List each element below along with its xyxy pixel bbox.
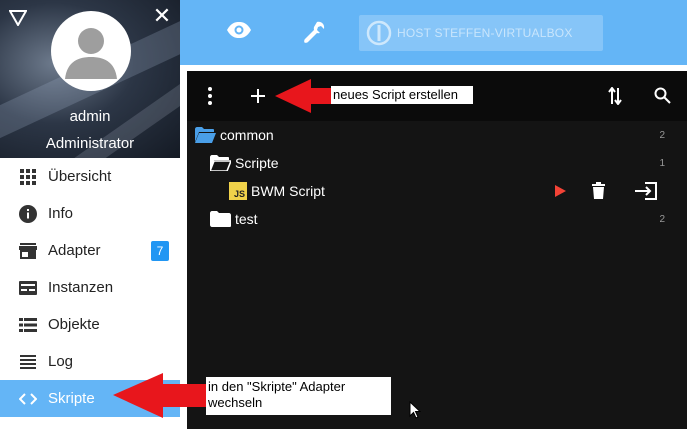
menu-item-label: Instanzen xyxy=(48,279,114,296)
menu-toggle-icon[interactable] xyxy=(9,10,27,26)
delete-icon[interactable] xyxy=(592,182,605,199)
tree-label: BWM Script xyxy=(251,183,325,199)
eye-icon[interactable] xyxy=(227,22,251,38)
menu-item-label: Übersicht xyxy=(48,168,112,185)
menu-item-label: Skripte xyxy=(48,390,95,407)
wrench-icon[interactable] xyxy=(303,20,327,44)
item-count: 1 xyxy=(659,157,665,169)
close-icon[interactable]: ✕ xyxy=(152,5,172,27)
menu-item-label: Objekte xyxy=(48,316,100,333)
folder-open-icon xyxy=(210,155,231,171)
host-selector[interactable]: HOST STEFFEN-VIRTUALBOX xyxy=(359,15,603,51)
tree-folder-common[interactable]: common 2 xyxy=(187,121,687,149)
mouse-cursor-icon xyxy=(409,401,421,419)
top-bar: HOST STEFFEN-VIRTUALBOX xyxy=(180,0,687,65)
adapter-update-badge: 7 xyxy=(151,241,169,261)
list-icon xyxy=(19,316,37,334)
more-vert-icon[interactable] xyxy=(208,87,212,105)
menu-item-label: Log xyxy=(48,353,74,370)
search-icon[interactable] xyxy=(654,87,671,104)
sort-icon[interactable] xyxy=(608,87,622,105)
js-icon: JS xyxy=(229,182,247,200)
folder-icon xyxy=(210,211,231,227)
menu-item-uebersicht[interactable]: Übersicht xyxy=(0,158,180,195)
store-icon xyxy=(19,242,37,260)
sidebar: ✕ admin Administrator Übersicht Info Ada… xyxy=(0,0,180,429)
tree-label: common xyxy=(220,127,274,143)
export-icon[interactable] xyxy=(635,182,657,200)
profile-header: ✕ admin Administrator xyxy=(0,0,180,158)
folder-open-icon xyxy=(195,127,216,143)
user-role: Administrator xyxy=(45,135,135,152)
host-label: HOST STEFFEN-VIRTUALBOX xyxy=(397,26,573,40)
menu-item-instanzen[interactable]: Instanzen xyxy=(0,269,180,306)
add-script-icon[interactable] xyxy=(251,89,265,103)
tree-script-bwm[interactable]: JS BWM Script xyxy=(187,177,687,205)
menu-item-adapter[interactable]: Adapter 7 xyxy=(0,232,180,269)
item-count: 2 xyxy=(659,213,665,225)
code-icon xyxy=(19,390,37,408)
annotation-arrow-skripte xyxy=(113,373,208,418)
menu-item-label: Adapter xyxy=(48,242,101,259)
menu-item-info[interactable]: Info xyxy=(0,195,180,232)
iobroker-logo-icon xyxy=(366,20,392,46)
play-icon[interactable] xyxy=(555,185,566,197)
tree-folder-test[interactable]: test 2 xyxy=(187,205,687,233)
menu-item-objekte[interactable]: Objekte xyxy=(0,306,180,343)
annotation-switch-adapter: in den "Skripte" Adapter wechseln xyxy=(206,377,391,415)
instances-icon xyxy=(19,279,37,297)
menu-item-label: Info xyxy=(48,205,74,222)
username: admin xyxy=(69,108,111,125)
grid-icon xyxy=(19,168,37,186)
tree-label: test xyxy=(235,211,258,227)
info-icon xyxy=(19,204,37,223)
item-count: 2 xyxy=(659,129,665,141)
annotation-new-script: neues Script erstellen xyxy=(331,86,473,104)
log-icon xyxy=(19,353,37,371)
scripts-panel: common 2 Scripte 1 JS BWM Script test 2 xyxy=(187,71,687,429)
avatar xyxy=(51,11,131,91)
tree-label: Scripte xyxy=(235,155,279,171)
tree-folder-scripte[interactable]: Scripte 1 xyxy=(187,149,687,177)
